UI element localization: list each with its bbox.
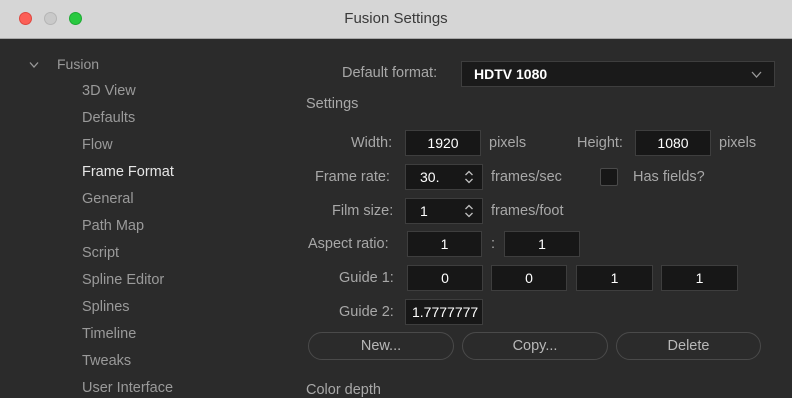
- window-title: Fusion Settings: [344, 10, 448, 27]
- sidebar-item-user-interface[interactable]: User Interface: [82, 380, 173, 396]
- film-size-value: 1: [420, 203, 428, 219]
- has-fields-checkbox[interactable]: [600, 168, 618, 186]
- guide2-field[interactable]: 1.7777777: [405, 299, 483, 325]
- aspect-y-field[interactable]: 1: [504, 231, 580, 257]
- sidebar-item-frame-format[interactable]: Frame Format: [82, 164, 174, 180]
- sidebar-item-defaults[interactable]: Defaults: [82, 110, 135, 126]
- guide1-label: Guide 1:: [339, 270, 394, 286]
- sidebar-item-script[interactable]: Script: [82, 245, 119, 261]
- frame-rate-label: Frame rate:: [315, 169, 390, 185]
- aspect-ratio-label: Aspect ratio:: [308, 236, 389, 252]
- frame-rate-value: 30.: [420, 169, 440, 185]
- delete-button[interactable]: Delete: [616, 332, 761, 360]
- sidebar-item-splines[interactable]: Splines: [82, 299, 130, 315]
- sidebar-item-tweaks[interactable]: Tweaks: [82, 353, 131, 369]
- chevron-down-icon: [751, 71, 762, 78]
- new-button[interactable]: New...: [308, 332, 454, 360]
- settings-sidebar: [0, 39, 283, 392]
- sidebar-root-fusion[interactable]: Fusion: [57, 56, 99, 72]
- width-unit: pixels: [489, 135, 527, 151]
- guide1-field-2[interactable]: 0: [491, 265, 567, 291]
- sidebar-item-flow[interactable]: Flow: [82, 137, 113, 153]
- sidebar-item-path-map[interactable]: Path Map: [82, 218, 144, 234]
- default-format-value: HDTV 1080: [474, 66, 548, 82]
- default-format-dropdown[interactable]: HDTV 1080: [461, 61, 775, 87]
- height-label: Height:: [577, 135, 623, 151]
- film-size-unit: frames/foot: [491, 203, 564, 219]
- guide2-label: Guide 2:: [339, 304, 394, 320]
- settings-heading: Settings: [306, 96, 359, 112]
- aspect-separator: :: [491, 236, 496, 252]
- sidebar-item-3d-view[interactable]: 3D View: [82, 83, 136, 99]
- film-size-label: Film size:: [332, 203, 394, 219]
- chevron-down-icon[interactable]: [29, 61, 39, 69]
- sidebar-item-timeline[interactable]: Timeline: [82, 326, 136, 342]
- default-format-label: Default format:: [342, 65, 438, 81]
- width-field[interactable]: 1920: [405, 130, 481, 156]
- has-fields-label: Has fields?: [633, 169, 705, 185]
- guide1-field-1[interactable]: 0: [407, 265, 483, 291]
- color-depth-heading: Color depth: [306, 382, 381, 398]
- title-bar: Fusion Settings: [0, 0, 792, 39]
- frame-rate-unit: frames/sec: [491, 169, 562, 185]
- sidebar-item-general[interactable]: General: [82, 191, 134, 207]
- height-field[interactable]: 1080: [635, 130, 711, 156]
- frame-rate-stepper[interactable]: 30.: [405, 164, 483, 190]
- guide1-field-3[interactable]: 1: [576, 265, 653, 291]
- copy-button[interactable]: Copy...: [462, 332, 608, 360]
- stepper-updown-icon: [465, 170, 473, 184]
- aspect-x-field[interactable]: 1: [407, 231, 482, 257]
- stepper-updown-icon: [465, 204, 473, 218]
- width-label: Width:: [351, 135, 393, 151]
- sidebar-item-spline-editor[interactable]: Spline Editor: [82, 272, 164, 288]
- guide1-field-4[interactable]: 1: [661, 265, 738, 291]
- film-size-stepper[interactable]: 1: [405, 198, 483, 224]
- height-unit: pixels: [719, 135, 757, 151]
